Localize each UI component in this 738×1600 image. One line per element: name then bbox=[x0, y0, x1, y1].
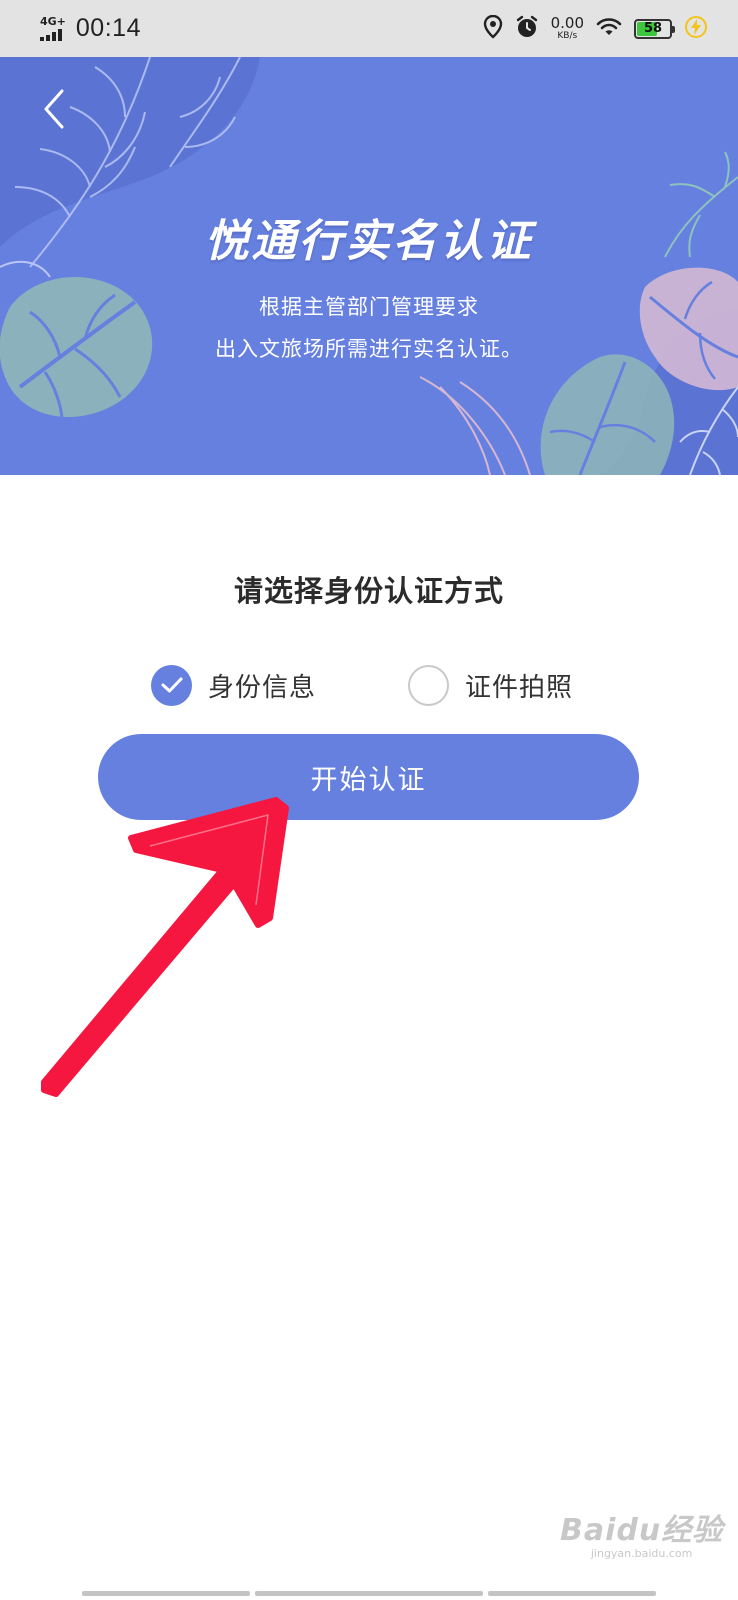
network-indicator: 4G+ bbox=[40, 16, 66, 41]
alarm-icon bbox=[515, 15, 539, 43]
header-banner: 悦通行实名认证 根据主管部门管理要求 出入文旅场所需进行实名认证。 bbox=[0, 57, 738, 475]
radio-checked-icon[interactable] bbox=[151, 664, 192, 706]
auth-method-prompt: 请选择身份认证方式 bbox=[233, 574, 504, 608]
baidu-watermark: Baidu经验 jingyan.baidu.com bbox=[560, 1505, 723, 1560]
charging-icon bbox=[684, 15, 708, 43]
option-id-info[interactable]: 身份信息 bbox=[151, 664, 316, 706]
location-icon bbox=[483, 14, 503, 43]
network-speed: 0.00 KB/s bbox=[551, 16, 584, 41]
navigation-bar bbox=[82, 1591, 656, 1596]
radio-unchecked-icon[interactable] bbox=[408, 664, 449, 706]
chevron-left-icon bbox=[44, 89, 64, 129]
status-time: 00:14 bbox=[75, 14, 141, 42]
option-photo-id[interactable]: 证件拍照 bbox=[408, 664, 573, 706]
speed-unit: KB/s bbox=[557, 31, 578, 41]
speed-value: 0.00 bbox=[550, 14, 584, 32]
option-label: 身份信息 bbox=[208, 672, 317, 703]
banner-title: 悦通行实名认证 bbox=[204, 216, 534, 267]
back-button[interactable] bbox=[34, 81, 78, 137]
option-label: 证件拍照 bbox=[465, 672, 574, 703]
network-type: 4G+ bbox=[40, 15, 66, 28]
wifi-icon bbox=[596, 17, 622, 41]
banner-subtitle-line1: 根据主管部门管理要求 bbox=[259, 295, 479, 319]
status-bar: 4G+ 00:14 0.00 KB/s 58 bbox=[0, 0, 738, 57]
signal-icon bbox=[40, 29, 62, 41]
battery-indicator: 58 bbox=[634, 18, 675, 39]
watermark-brand: Baidu经验 bbox=[560, 1513, 724, 1548]
status-icons: 0.00 KB/s 58 bbox=[483, 14, 708, 43]
battery-level: 58 bbox=[643, 21, 663, 36]
banner-subtitle-line2: 出入文旅场所需进行实名认证。 bbox=[215, 337, 523, 361]
watermark-url: jingyan.baidu.com bbox=[590, 1547, 693, 1560]
start-verification-button[interactable]: 开始认证 bbox=[98, 734, 639, 820]
